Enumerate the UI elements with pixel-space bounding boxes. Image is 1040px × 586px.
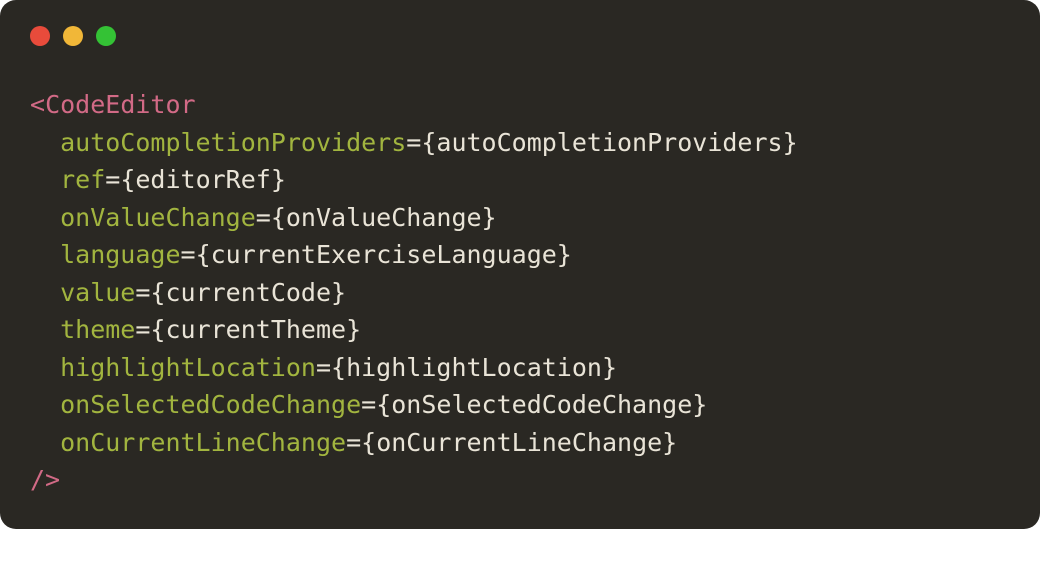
prop-name: onCurrentLineChange [60,428,346,457]
code-line-prop: value={currentCode} [30,274,1010,312]
prop-name: autoCompletionProviders [60,128,406,157]
equals: = [135,278,150,307]
equals: = [406,128,421,157]
title-bar [0,0,1040,66]
prop-value: {currentExerciseLanguage} [196,240,572,269]
prop-value: {currentTheme} [150,315,361,344]
code-line-prop: onSelectedCodeChange={onSelectedCodeChan… [30,386,1010,424]
code-line-prop: onCurrentLineChange={onCurrentLineChange… [30,424,1010,462]
equals: = [256,203,271,232]
close-icon[interactable] [30,26,50,46]
prop-value: {currentCode} [150,278,346,307]
minimize-icon[interactable] [63,26,83,46]
prop-name: onValueChange [60,203,256,232]
component-name: CodeEditor [45,90,196,119]
code-line-prop: ref={editorRef} [30,161,1010,199]
close-bracket: /> [30,465,60,494]
prop-name: value [60,278,135,307]
prop-value: {autoCompletionProviders} [421,128,797,157]
prop-name: highlightLocation [60,353,316,382]
equals: = [181,240,196,269]
equals: = [105,165,120,194]
code-line-prop: highlightLocation={highlightLocation} [30,349,1010,387]
prop-value: {onSelectedCodeChange} [376,390,707,419]
equals: = [316,353,331,382]
code-line-open: <CodeEditor [30,86,1010,124]
equals: = [346,428,361,457]
prop-value: {onValueChange} [271,203,497,232]
open-bracket: < [30,90,45,119]
prop-name: ref [60,165,105,194]
code-line-prop: onValueChange={onValueChange} [30,199,1010,237]
prop-value: {onCurrentLineChange} [361,428,677,457]
prop-name: theme [60,315,135,344]
prop-value: {highlightLocation} [331,353,617,382]
maximize-icon[interactable] [96,26,116,46]
equals: = [361,390,376,419]
code-line-prop: language={currentExerciseLanguage} [30,236,1010,274]
equals: = [135,315,150,344]
code-line-close: /> [30,461,1010,499]
code-line-prop: theme={currentTheme} [30,311,1010,349]
code-line-prop: autoCompletionProviders={autoCompletionP… [30,124,1010,162]
code-window: <CodeEditorautoCompletionProviders={auto… [0,0,1040,529]
prop-name: language [60,240,180,269]
code-block: <CodeEditorautoCompletionProviders={auto… [0,66,1040,499]
prop-name: onSelectedCodeChange [60,390,361,419]
prop-value: {editorRef} [120,165,286,194]
